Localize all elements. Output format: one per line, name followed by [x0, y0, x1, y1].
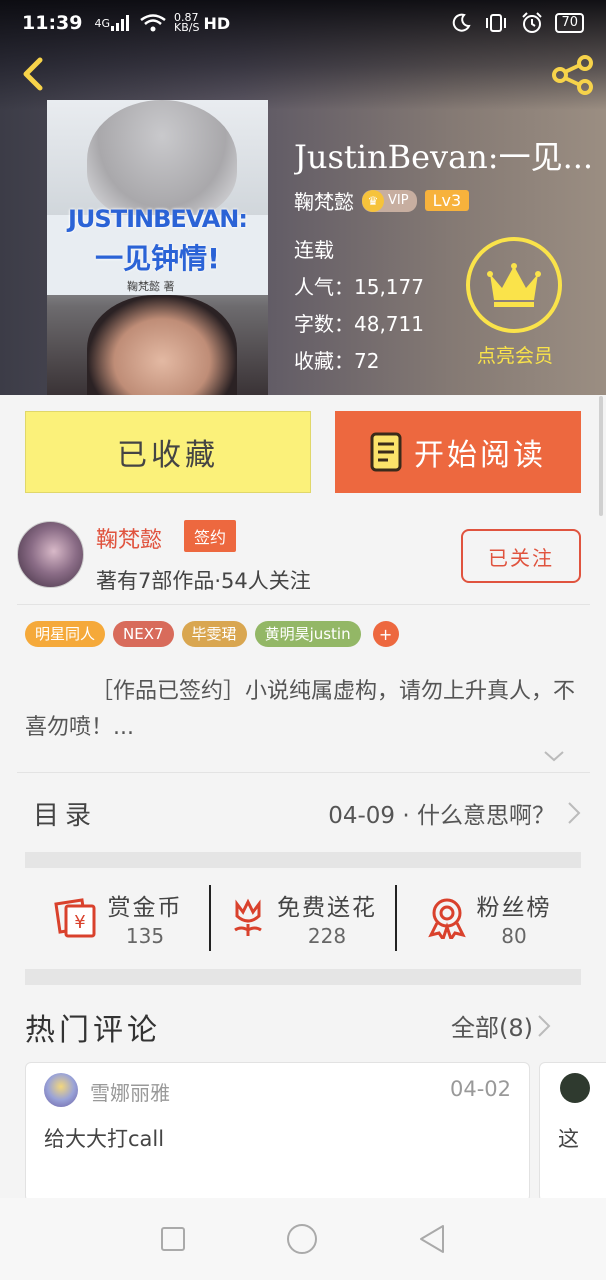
wifi-icon [140, 14, 166, 32]
comment-text: 给大大打call [44, 1127, 165, 1151]
chevron-right-icon [538, 1014, 551, 1037]
rewards-row: ¥ 赏金币 135 免费送花 228 粉丝榜 80 [25, 869, 581, 967]
vip-badge: ♛ VIP [362, 189, 417, 212]
member-button[interactable]: 点亮会员 [466, 237, 564, 368]
reward-value: 228 [307, 924, 347, 948]
vip-label: VIP [388, 193, 409, 208]
all-comments-button[interactable]: 全部(8) [451, 1008, 551, 1043]
book-cover[interactable]: JUSTINBEVAN: 一见钟情! 鞠梵懿 著 [47, 100, 268, 395]
comment-card[interactable]: 这 [539, 1062, 606, 1202]
status-bar: 11:39 4G 0.87 KB/S HD 70 [0, 0, 606, 46]
member-label: 点亮会员 [476, 345, 553, 367]
vip-crown-icon: ♛ [362, 189, 384, 212]
status-right-icons: 70 [451, 12, 584, 34]
tag-list: 明星同人 NEX7 毕雯珺 黄明昊justin + [25, 621, 399, 647]
commenter-avatar[interactable] [560, 1073, 590, 1103]
commenter-avatar[interactable] [44, 1073, 78, 1107]
reward-title: 免费送花 [277, 895, 377, 921]
hd-label: HD [203, 13, 231, 33]
collected-button[interactable]: 已收藏 [25, 411, 311, 493]
reward-title: 赏金币 [107, 895, 183, 921]
recents-icon[interactable] [160, 1226, 186, 1252]
comment-text: 这 [558, 1127, 579, 1151]
word-count: 字数：48,711 [294, 312, 424, 336]
author-avatar[interactable] [17, 521, 84, 588]
expand-button[interactable] [543, 748, 565, 764]
tag-chip[interactable]: 黄明昊justin [254, 621, 361, 647]
follow-button[interactable]: 已关注 [461, 529, 581, 583]
signal-icon [111, 15, 130, 31]
comment-card[interactable]: 雪娜丽雅 04-02 给大大打call [25, 1062, 530, 1202]
network-speed-unit: KB/S [174, 21, 200, 34]
cover-subtitle: 一见钟情! [95, 242, 220, 275]
status-time: 11:39 [22, 12, 83, 34]
reward-flower-button[interactable]: 免费送花 228 [211, 888, 395, 948]
start-reading-button[interactable]: 开始阅读 [335, 411, 581, 493]
vibrate-icon [486, 14, 507, 32]
scrollbar[interactable] [599, 396, 603, 516]
latest-chapter: 04-09 · 什么意思啊？ [328, 803, 555, 829]
reward-value: 80 [501, 924, 527, 948]
reward-fans-button[interactable]: 粉丝榜 80 [397, 888, 581, 948]
comment-date: 04-02 [449, 1077, 511, 1101]
start-reading-label: 开始阅读 [414, 438, 546, 473]
chevron-left-icon [23, 57, 43, 91]
hot-comments-title: 热门评论 [25, 1013, 161, 1048]
battery-indicator: 70 [555, 13, 584, 33]
section-separator [25, 852, 581, 868]
reward-coins-button[interactable]: ¥ 赏金币 135 [25, 888, 209, 948]
cover-figure-top [87, 100, 237, 220]
book-title: JustinBevan:一见... [294, 138, 594, 176]
author-meta: 著有7部作品·54人关注 [96, 569, 311, 593]
book-icon [370, 432, 402, 472]
divider [17, 604, 590, 605]
favorites-count: 收藏：72 [294, 349, 380, 373]
system-nav-bar [0, 1198, 606, 1280]
divider [17, 772, 590, 773]
back-button[interactable] [14, 54, 54, 94]
commenter-name[interactable]: 雪娜丽雅 [90, 1077, 170, 1106]
network-speed: 0.87 KB/S [174, 12, 200, 34]
cover-author: 鞠梵懿 著 [127, 280, 175, 293]
network-label: 4G [94, 16, 111, 30]
all-comments-label: 全部(8) [451, 1014, 533, 1042]
level-badge: Lv3 [424, 190, 470, 211]
catalog-row[interactable]: 目录 04-09 · 什么意思啊？ [25, 774, 581, 852]
popularity: 人气：15,177 [294, 275, 424, 299]
reward-title: 粉丝榜 [476, 895, 552, 921]
crown-icon [487, 263, 541, 307]
home-icon[interactable] [286, 1223, 318, 1255]
author-card-name[interactable]: 鞠梵懿 [96, 522, 162, 554]
flower-icon [234, 898, 262, 936]
chevron-right-icon [568, 802, 581, 824]
share-icon [552, 55, 593, 95]
member-ring [466, 237, 562, 333]
book-status: 连载 [294, 238, 334, 262]
reward-value: 135 [125, 924, 165, 948]
alarm-icon [522, 12, 543, 33]
signed-badge: 签约 [184, 520, 237, 552]
book-stats: 连载 人气：15,177 字数：48,711 收藏：72 [294, 232, 424, 380]
tag-chip[interactable]: NEX7 [113, 621, 174, 647]
moon-icon [453, 13, 472, 32]
red-envelope-icon: ¥ [53, 898, 95, 938]
medal-icon [427, 898, 466, 939]
tag-chip[interactable]: 明星同人 [25, 621, 106, 647]
share-button[interactable] [550, 54, 596, 96]
section-separator [25, 969, 581, 985]
add-tag-button[interactable]: + [372, 621, 399, 647]
chevron-down-icon [544, 751, 564, 762]
book-description[interactable]: ［作品已签约］小说纯属虚构，请勿上升真人，不喜勿喷！... [25, 674, 585, 746]
author-line: 鞠梵懿 ♛ VIP Lv3 [294, 186, 470, 215]
tag-chip[interactable]: 毕雯珺 [181, 621, 247, 647]
catalog-label: 目录 [33, 800, 98, 831]
cover-figure-bottom [87, 295, 237, 395]
author-name[interactable]: 鞠梵懿 [294, 186, 354, 215]
cover-title: JUSTINBEVAN: [68, 205, 248, 233]
book-header: 11:39 4G 0.87 KB/S HD 70 JUSTINBEVAN: 一见… [0, 0, 606, 395]
svg-text:¥: ¥ [74, 912, 85, 933]
back-nav-icon[interactable] [418, 1224, 446, 1254]
